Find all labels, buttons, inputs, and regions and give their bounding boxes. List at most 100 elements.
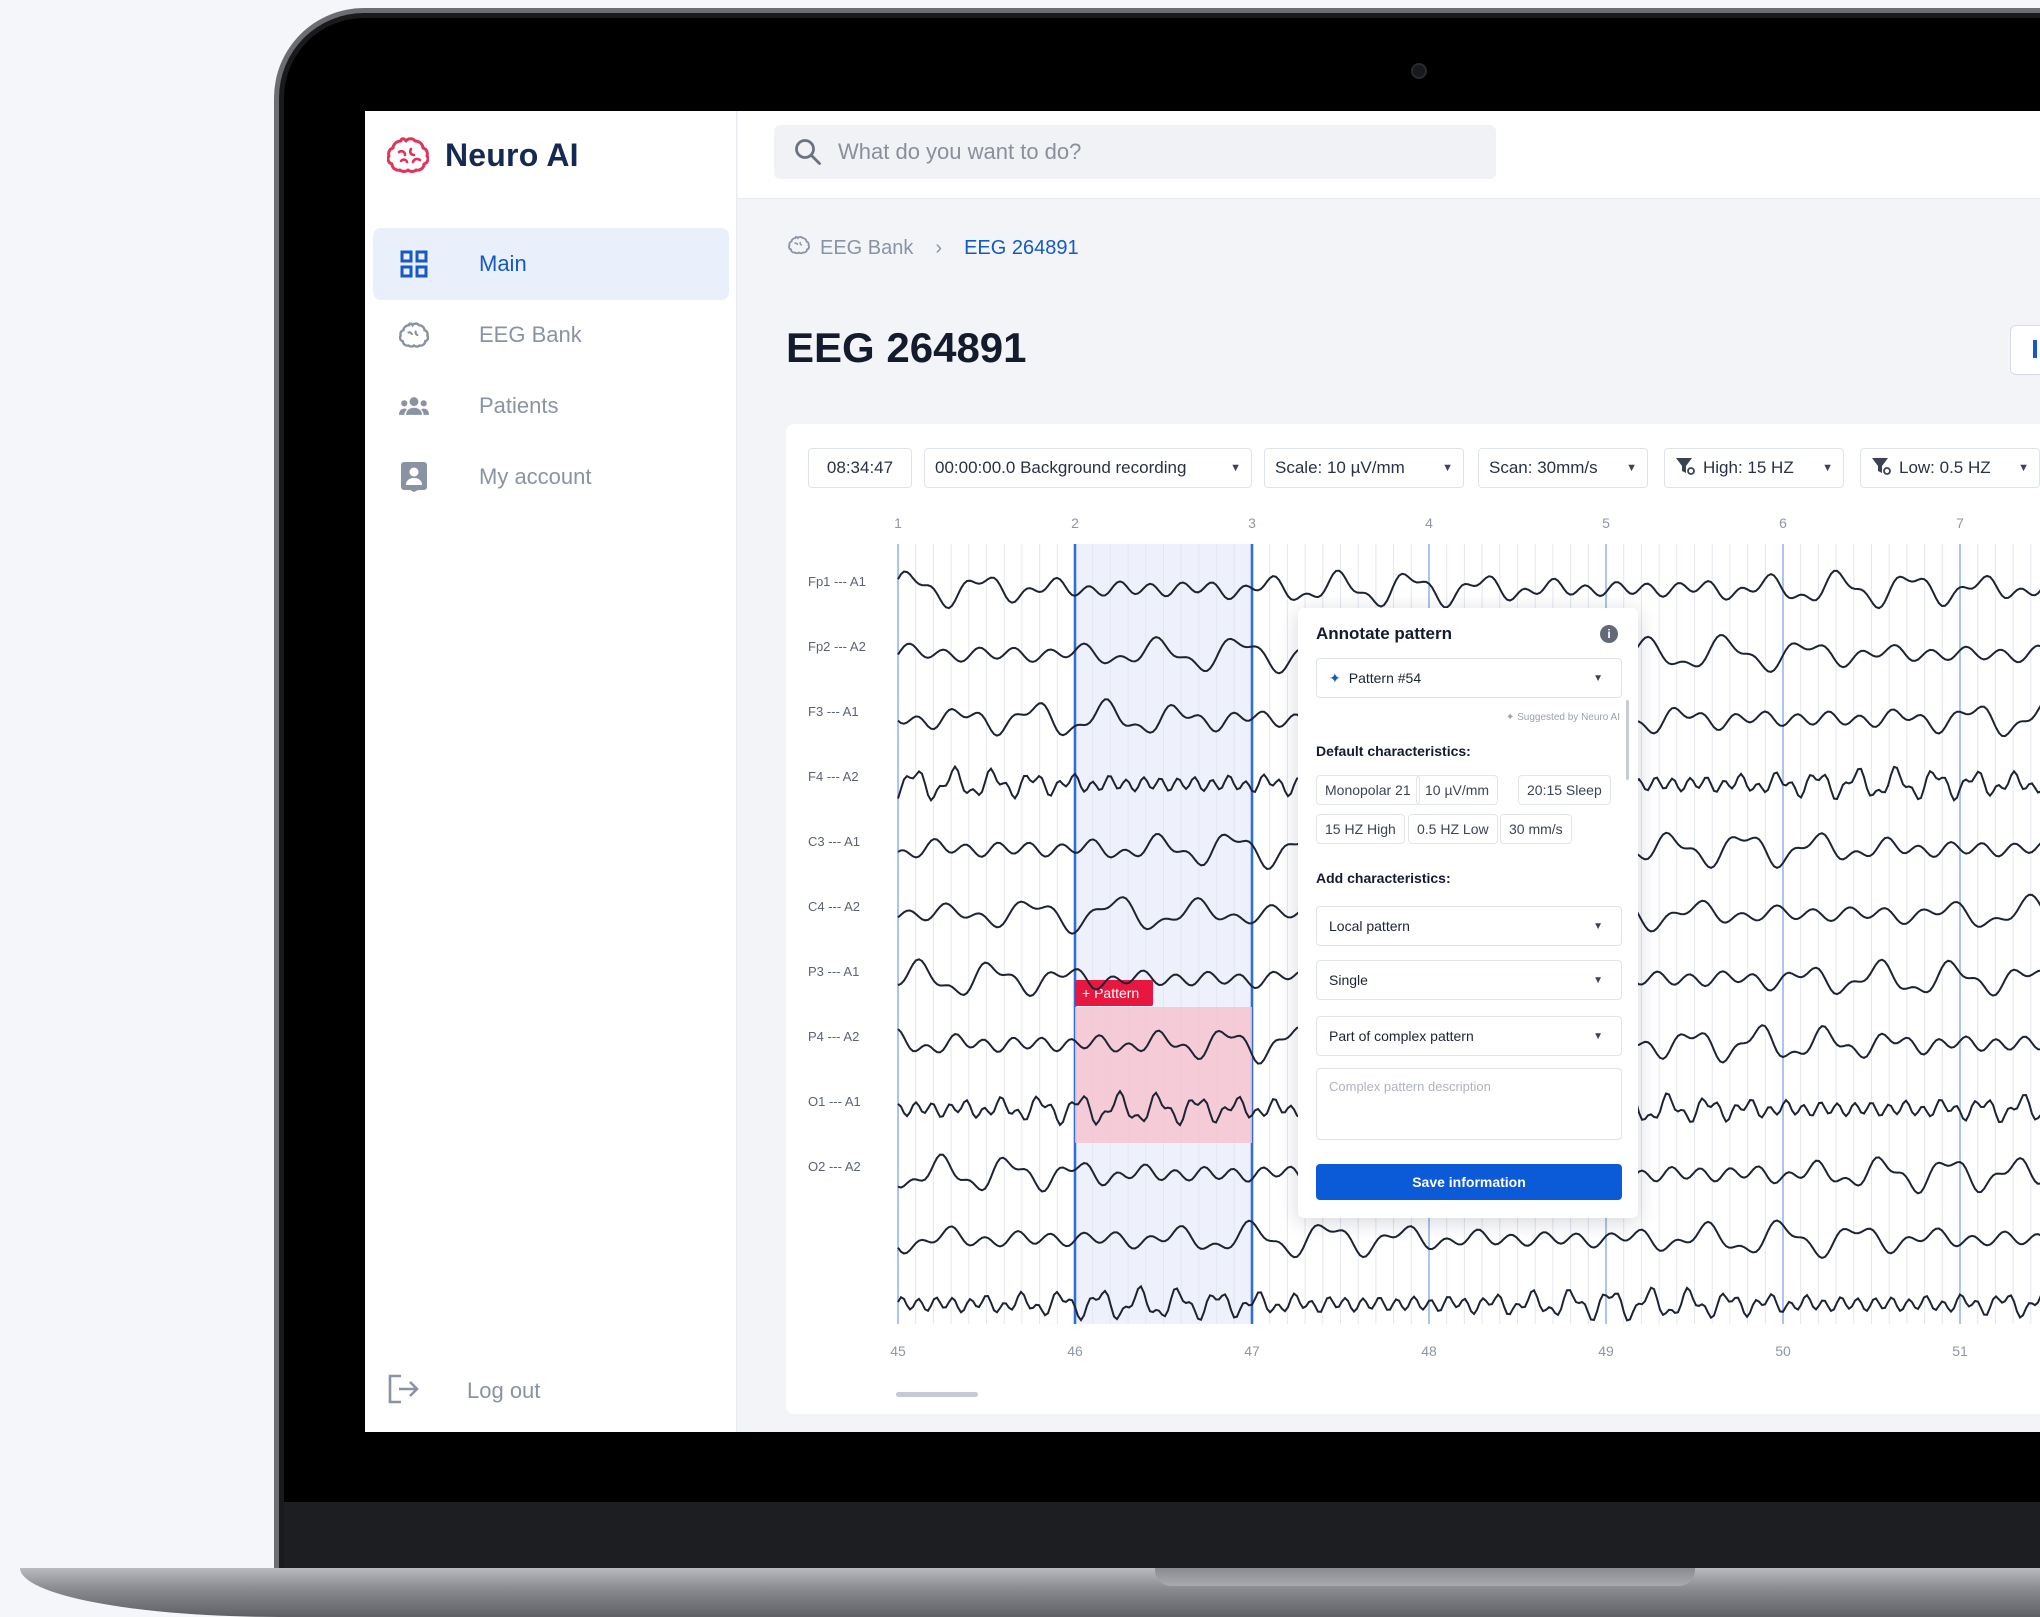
time-value: 08:34:47	[826, 458, 894, 477]
sidebar-item-label: Patients	[479, 393, 559, 418]
sparkle-icon: ✦	[1329, 669, 1341, 686]
eeg-trace	[897, 1219, 2040, 1259]
channel-label: F3 --- A1	[808, 704, 859, 719]
save-information-button[interactable]: Save information	[1316, 1164, 1622, 1200]
top-tick-label: 4	[1425, 515, 1433, 531]
breadcrumb: EEG Bank › EEG 264891	[788, 235, 1079, 261]
caret-down-icon: ▼	[1626, 462, 1637, 474]
top-tick-label: 6	[1779, 515, 1787, 531]
laptop-chin	[284, 1502, 2040, 1568]
suggested-note: ✦ Suggested by Neuro AI	[1506, 712, 1620, 723]
breadcrumb-current: EEG 264891	[964, 236, 1079, 259]
top-tick-label: 1	[894, 515, 902, 531]
characteristic-tag[interactable]: 20:15 Sleep	[1518, 775, 1611, 805]
sidebar: Neuro AI Main EEG Bank Patients My accou…	[365, 111, 737, 1432]
low-filter-select[interactable]: Low: 0.5 HZ ▼	[1860, 448, 2040, 488]
page-title: EEG 264891	[786, 324, 1027, 371]
channel-label: Fp2 --- A2	[808, 639, 866, 654]
logout-label: Log out	[467, 1378, 541, 1403]
caret-down-icon: ▼	[1593, 673, 1603, 684]
default-characteristics-label: Default characteristics:	[1316, 743, 1471, 759]
scan-value: Scan: 30mm/s	[1489, 458, 1598, 477]
caret-down-icon: ▼	[1822, 462, 1833, 474]
sidebar-item-main[interactable]: Main	[373, 228, 729, 300]
header-action-button[interactable]	[2010, 325, 2040, 375]
bottom-tick-label: 50	[1775, 1343, 1791, 1359]
channel-label: P3 --- A1	[808, 964, 859, 979]
pattern-highlight	[1075, 1007, 1252, 1143]
app-logo: Neuro AI	[387, 135, 579, 175]
top-tick-label: 7	[1956, 515, 1964, 531]
channel-label: F4 --- A2	[808, 769, 859, 784]
brain-logo-icon	[387, 135, 429, 175]
chevron-right-icon: ›	[935, 236, 943, 259]
select-value: Part of complex pattern	[1329, 1028, 1474, 1044]
app-screen: Neuro AI Main EEG Bank Patients My accou…	[365, 111, 2040, 1432]
webcam	[1411, 63, 1427, 79]
filter-icon	[1871, 456, 1891, 481]
add-characteristics-label: Add characteristics:	[1316, 870, 1451, 886]
grid-icon	[399, 249, 429, 279]
characteristic-tag[interactable]: 30 mm/s	[1500, 814, 1572, 844]
bottom-tick-label: 45	[890, 1343, 906, 1359]
caret-down-icon: ▼	[2018, 462, 2029, 474]
eeg-trace	[897, 1284, 2040, 1322]
bottom-tick-label: 47	[1244, 1343, 1260, 1359]
caret-down-icon: ▼	[1593, 921, 1603, 932]
channel-label: P4 --- A2	[808, 1029, 859, 1044]
pattern-select[interactable]: ✦ Pattern #54 ▼	[1316, 658, 1622, 698]
logout-button[interactable]: Log out	[387, 1371, 540, 1411]
characteristic-tag[interactable]: Monopolar 21	[1316, 775, 1420, 805]
scale-select[interactable]: Scale: 10 µV/mm ▼	[1264, 448, 1464, 488]
channel-label: C4 --- A2	[808, 899, 860, 914]
top-tick-label: 5	[1602, 515, 1610, 531]
caret-down-icon: ▼	[1593, 975, 1603, 986]
recording-select[interactable]: 00:00:00.0 Background recording ▼	[924, 448, 1252, 488]
channel-label: O2 --- A2	[808, 1159, 861, 1174]
bottom-tick-label: 49	[1598, 1343, 1614, 1359]
pattern-scope-select[interactable]: Local pattern ▼	[1316, 906, 1622, 946]
caret-down-icon: ▼	[1442, 462, 1453, 474]
pattern-tag-label: + Pattern	[1082, 985, 1139, 1001]
brain-icon	[399, 320, 429, 350]
bottom-tick-label: 48	[1421, 1343, 1437, 1359]
eeg-trace	[897, 569, 2040, 610]
sidebar-item-my-account[interactable]: My account	[373, 441, 729, 513]
characteristic-tag[interactable]: 15 HZ High	[1316, 814, 1405, 844]
sparkle-icon: ✦	[1505, 712, 1518, 723]
sidebar-item-label: My account	[479, 464, 592, 489]
users-icon	[399, 391, 429, 421]
recording-value: 00:00:00.0 Background recording	[935, 458, 1187, 477]
scale-value: Scale: 10 µV/mm	[1275, 458, 1405, 477]
search-input[interactable]	[838, 125, 1478, 179]
sidebar-item-patients[interactable]: Patients	[373, 370, 729, 442]
top-tick-label: 2	[1071, 515, 1079, 531]
characteristic-tag[interactable]: 10 µV/mm	[1416, 775, 1499, 805]
horizontal-scrollbar-thumb	[896, 1392, 978, 1397]
suggested-label: Suggested by Neuro AI	[1517, 712, 1620, 723]
breadcrumb-link-eeg-bank[interactable]: EEG Bank	[820, 237, 913, 260]
select-value: Local pattern	[1329, 918, 1410, 934]
app-name: Neuro AI	[445, 136, 579, 173]
pattern-complexity-select[interactable]: Part of complex pattern ▼	[1316, 1016, 1622, 1056]
high-filter-select[interactable]: High: 15 HZ ▼	[1664, 448, 1844, 488]
caret-down-icon: ▼	[1230, 462, 1241, 474]
scan-select[interactable]: Scan: 30mm/s ▼	[1478, 448, 1648, 488]
sidebar-item-label: Main	[479, 251, 527, 276]
panel-title: Annotate pattern	[1316, 624, 1452, 643]
bottom-tick-label: 46	[1067, 1343, 1083, 1359]
high-filter-value: High: 15 HZ	[1703, 458, 1794, 477]
top-tick-label: 3	[1248, 515, 1256, 531]
characteristic-tag[interactable]: 0.5 HZ Low	[1408, 814, 1498, 844]
info-icon[interactable]: i	[1600, 625, 1618, 643]
filter-icon	[1675, 456, 1695, 481]
sidebar-item-eeg-bank[interactable]: EEG Bank	[373, 299, 729, 371]
channel-label: O1 --- A1	[808, 1094, 861, 1109]
pattern-description-field[interactable]	[1316, 1068, 1622, 1140]
pattern-occurrence-select[interactable]: Single ▼	[1316, 960, 1622, 1000]
top-bar	[738, 111, 2040, 199]
panel-scrollbar[interactable]	[1626, 700, 1629, 780]
logout-icon	[387, 1374, 419, 1409]
caret-down-icon: ▼	[1593, 1031, 1603, 1042]
pattern-select-value: Pattern #54	[1348, 670, 1422, 686]
